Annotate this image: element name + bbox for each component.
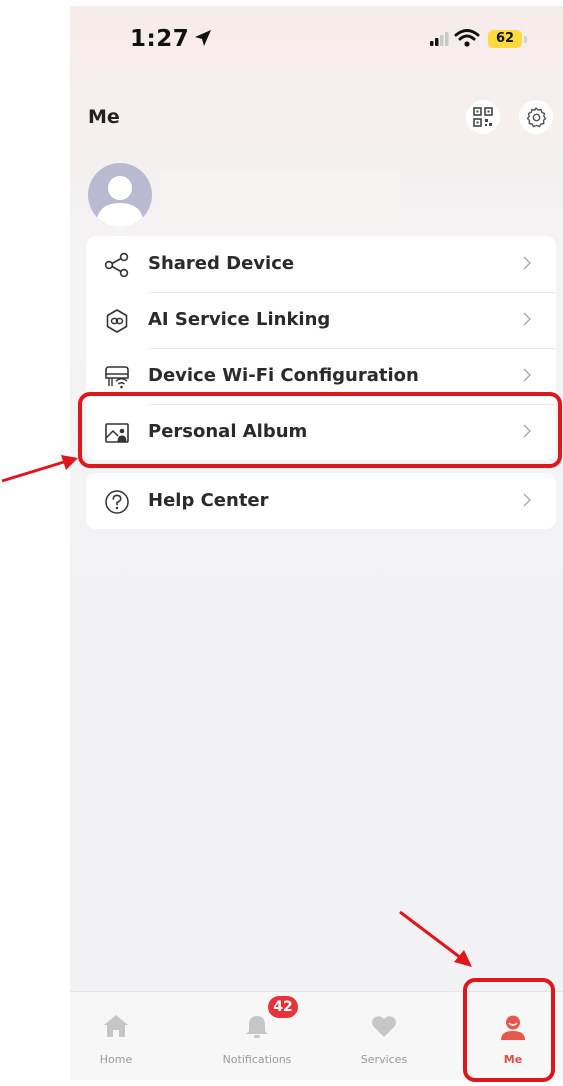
menu-card-help: Help Center bbox=[86, 473, 556, 529]
battery-level: 62 bbox=[495, 31, 515, 46]
menu-item-label: Personal Album bbox=[148, 421, 308, 442]
share-icon bbox=[104, 252, 129, 278]
router-wifi-icon bbox=[105, 366, 129, 389]
tab-bar: Home 42 Notifications Services Me bbox=[70, 991, 563, 1080]
tab-me[interactable]: Me bbox=[467, 992, 559, 1080]
help-circle-icon bbox=[105, 490, 129, 514]
menu-item-ai-service-linking[interactable]: AI Service Linking bbox=[86, 292, 556, 348]
menu-item-personal-album[interactable]: Personal Album bbox=[86, 404, 556, 460]
person-icon bbox=[501, 1015, 525, 1040]
cellular-signal-icon bbox=[430, 32, 449, 46]
tab-label: Me bbox=[503, 1053, 523, 1066]
chevron-right-icon bbox=[523, 312, 531, 326]
menu-item-shared-device[interactable]: Shared Device bbox=[86, 236, 556, 292]
location-arrow-icon bbox=[195, 30, 211, 46]
qr-code-icon bbox=[473, 107, 493, 127]
battery-cap bbox=[524, 36, 527, 43]
user-avatar-icon bbox=[96, 176, 144, 227]
menu-item-label: Shared Device bbox=[148, 253, 295, 274]
divider bbox=[146, 292, 556, 293]
photo-album-icon bbox=[105, 423, 129, 443]
battery-icon: 62 bbox=[488, 30, 522, 48]
status-time: 1:27 bbox=[130, 26, 190, 52]
tab-services[interactable]: Services bbox=[338, 992, 430, 1080]
tab-notifications[interactable]: 42 Notifications bbox=[188, 992, 326, 1080]
tab-label: Services bbox=[360, 1053, 408, 1066]
tab-home[interactable]: Home bbox=[70, 992, 162, 1080]
home-icon bbox=[104, 1015, 128, 1037]
bell-icon bbox=[246, 1016, 268, 1038]
menu-card-main: Shared Device AI Service Linking Device … bbox=[86, 236, 556, 460]
heart-icon bbox=[372, 1016, 396, 1037]
link-icon bbox=[106, 309, 128, 333]
tab-label: Notifications bbox=[222, 1053, 292, 1066]
settings-button[interactable] bbox=[519, 100, 553, 134]
divider bbox=[146, 404, 556, 405]
menu-item-label: Device Wi-Fi Configuration bbox=[148, 365, 419, 386]
profile-name[interactable] bbox=[160, 170, 400, 226]
wifi-status-icon bbox=[454, 29, 480, 47]
status-bar: 1:27 62 bbox=[70, 6, 563, 86]
gear-icon bbox=[526, 107, 547, 128]
menu-item-label: Help Center bbox=[148, 490, 269, 511]
chevron-right-icon bbox=[523, 256, 531, 270]
menu-item-label: AI Service Linking bbox=[148, 309, 331, 330]
chevron-right-icon bbox=[523, 493, 531, 507]
chevron-right-icon bbox=[523, 368, 531, 382]
chevron-right-icon bbox=[523, 424, 531, 438]
phone-screen: 1:27 62 Me Shared Device AI Service Link… bbox=[70, 6, 563, 1080]
menu-item-help-center[interactable]: Help Center bbox=[86, 473, 556, 529]
menu-item-device-wifi-configuration[interactable]: Device Wi-Fi Configuration bbox=[86, 348, 556, 404]
notification-badge: 42 bbox=[268, 996, 298, 1018]
tab-label: Home bbox=[99, 1053, 133, 1066]
arrow-to-personal-album bbox=[1, 455, 78, 483]
divider bbox=[146, 348, 556, 349]
avatar[interactable] bbox=[88, 163, 152, 227]
qr-code-button[interactable] bbox=[466, 100, 500, 134]
page-title: Me bbox=[88, 106, 120, 128]
